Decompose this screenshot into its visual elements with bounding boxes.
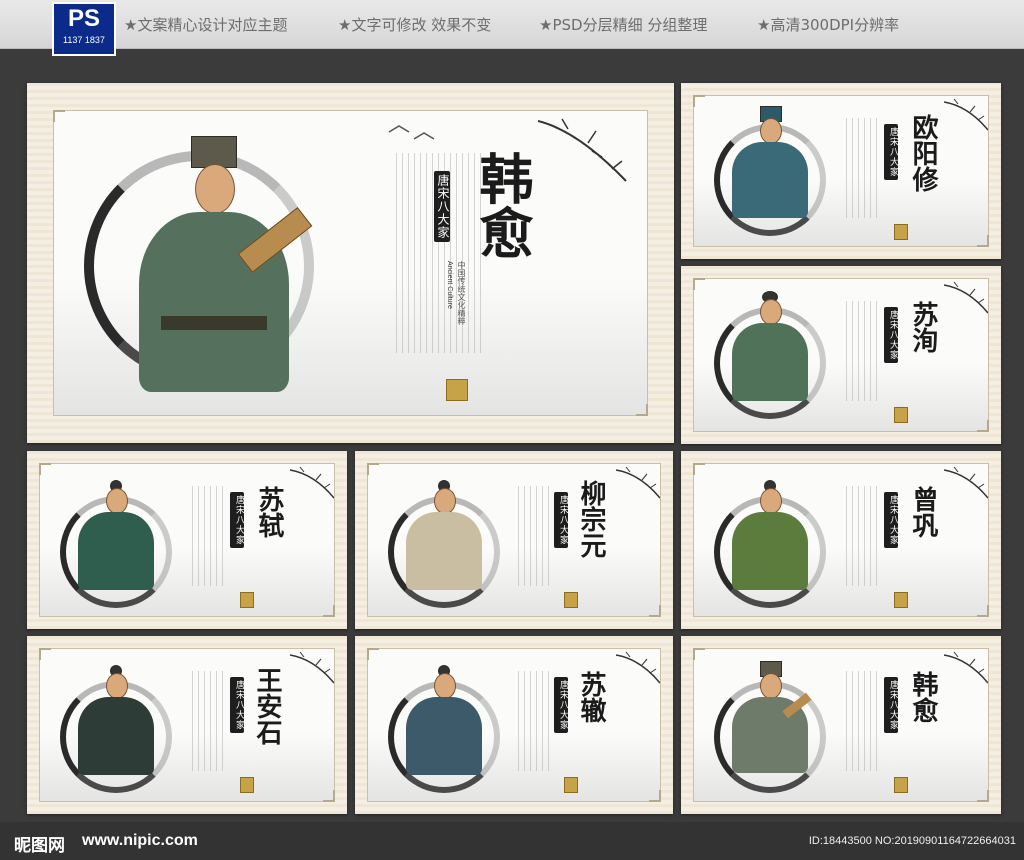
feature-text: ★PSD分层精细 分组整理 xyxy=(539,16,708,34)
panel-liuzongyuan: 唐宋八大家 柳宗元 xyxy=(355,451,673,629)
series-label: 唐宋八大家 xyxy=(230,677,244,733)
panel-suxun: 唐宋八大家 苏洵 xyxy=(681,266,1001,444)
pavilion-icon xyxy=(240,592,254,608)
person-name: 欧阳修 xyxy=(908,114,938,192)
ps-logo-text: PS xyxy=(67,5,100,32)
pine-branch-icon xyxy=(944,466,988,499)
feature-text: ★文案精心设计对应主题 xyxy=(124,16,288,34)
pavilion-icon xyxy=(894,407,908,423)
person-name: 苏洵 xyxy=(908,301,938,353)
pavilion-icon xyxy=(240,777,254,793)
person-name: 曾巩 xyxy=(908,486,938,538)
portrait-figure xyxy=(109,136,329,396)
main-panel-canvas: 唐宋八大家 韩愈 Ancient Culture 中国传统文化精粹 xyxy=(53,110,648,416)
portrait-figure xyxy=(398,478,488,598)
pine-branch-icon xyxy=(944,281,988,314)
feature-text: ★文字可修改 效果不变 xyxy=(338,16,492,34)
series-label: 唐宋八大家 xyxy=(884,124,898,180)
person-name: 苏辙 xyxy=(576,671,606,723)
main-panel: 唐宋八大家 韩愈 Ancient Culture 中国传统文化精粹 xyxy=(27,83,674,443)
person-name: 柳宗元 xyxy=(576,480,606,558)
subtitle-cn: 中国传统文化精粹 xyxy=(457,261,466,325)
panel-zenggong: 唐宋八大家 曾巩 xyxy=(681,451,1001,629)
portrait-figure xyxy=(724,478,814,598)
pavilion-icon xyxy=(894,224,908,240)
pine-branch-icon xyxy=(944,98,988,131)
portrait-figure xyxy=(724,289,814,409)
pine-branch-icon xyxy=(616,651,660,684)
panel-hanyu: 唐宋八大家 韩愈 xyxy=(681,636,1001,814)
pine-branch-icon xyxy=(290,651,334,684)
pine-branch-icon xyxy=(290,466,334,499)
person-name: 韩愈 xyxy=(908,671,938,723)
portrait-figure xyxy=(398,663,488,783)
cranes-icon xyxy=(388,125,435,140)
image-id: ID:18443500 NO:20190901164722664031 xyxy=(808,835,1016,847)
series-label: 唐宋八大家 xyxy=(884,307,898,363)
pavilion-icon xyxy=(446,379,468,401)
panel-sushi: 唐宋八大家 苏轼 xyxy=(27,451,347,629)
series-label: 唐宋八大家 xyxy=(884,492,898,548)
pavilion-icon xyxy=(894,592,908,608)
pine-branch-icon xyxy=(616,466,660,499)
panel-ouyangxiu: 唐宋八大家 欧阳修 xyxy=(681,83,1001,259)
panel-suzhe: 唐宋八大家 苏辙 xyxy=(355,636,673,814)
portrait-figure xyxy=(724,661,814,781)
ps-logo: PS 1137 1837 xyxy=(52,2,116,56)
series-label: 唐宋八大家 xyxy=(434,171,450,242)
series-label: 唐宋八大家 xyxy=(554,492,568,548)
pavilion-icon xyxy=(564,777,578,793)
main-name: 韩愈 xyxy=(470,151,534,259)
portrait-figure xyxy=(724,106,814,226)
pavilion-icon xyxy=(894,777,908,793)
ps-logo-number: 1137 1837 xyxy=(63,35,105,45)
person-name: 王安石 xyxy=(252,667,282,745)
site-link[interactable]: www.nipic.com xyxy=(82,832,198,850)
portrait-figure xyxy=(70,663,160,783)
panel-wanganshi: 唐宋八大家 王安石 xyxy=(27,636,347,814)
series-label: 唐宋八大家 xyxy=(884,677,898,733)
pine-branch-icon xyxy=(538,118,627,182)
person-name: 苏轼 xyxy=(254,486,284,538)
series-label: 唐宋八大家 xyxy=(554,677,568,733)
top-banner: PS 1137 1837 ★文案精心设计对应主题 ★文字可修改 效果不变 ★PS… xyxy=(0,0,1024,56)
portrait-figure xyxy=(70,478,160,598)
brand-logo: 昵图网 xyxy=(14,836,65,856)
footer-bar: 昵图网 www.nipic.com ID:18443500 NO:2019090… xyxy=(0,822,1024,860)
series-label: 唐宋八大家 xyxy=(230,492,244,548)
subtitle-en: Ancient Culture xyxy=(446,261,453,309)
feature-text: ★高清300DPI分辨率 xyxy=(757,16,900,34)
pavilion-icon xyxy=(564,592,578,608)
pine-branch-icon xyxy=(944,651,988,684)
